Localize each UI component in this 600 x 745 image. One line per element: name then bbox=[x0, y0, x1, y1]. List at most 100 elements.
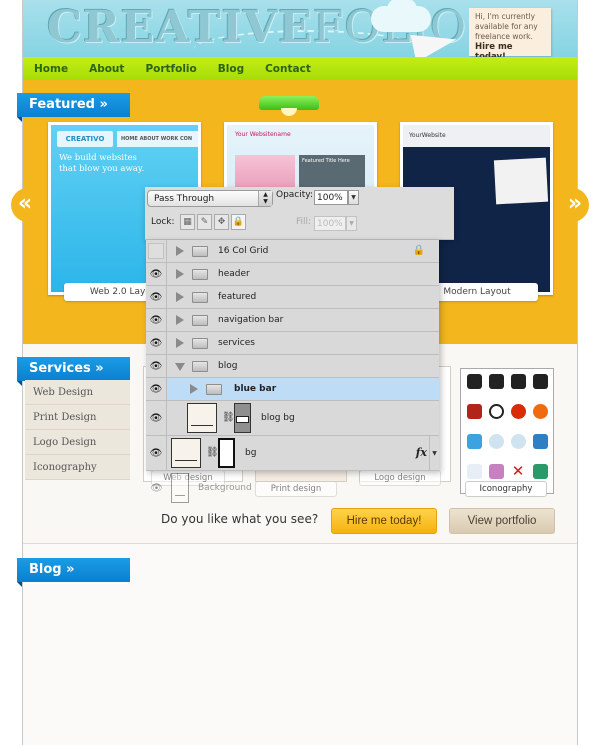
layers-panel: Pass Through ▲ ▼ Opacity: 100% ▼ Lock: ▦ … bbox=[145, 187, 454, 527]
view-portfolio-button[interactable]: View portfolio bbox=[449, 508, 555, 534]
layer-row[interactable]: 👁 navigation bar bbox=[146, 309, 439, 332]
camera-icon bbox=[532, 374, 548, 389]
padlock-icon: 🔒 bbox=[412, 245, 425, 256]
lock-position-move-icon[interactable]: ✥ bbox=[214, 214, 229, 230]
expand-triangle-icon[interactable] bbox=[176, 246, 184, 256]
mock-browser-card bbox=[493, 157, 549, 205]
layer-thumbnail bbox=[187, 403, 217, 433]
blend-mode-select[interactable]: Pass Through ▲ ▼ bbox=[147, 190, 273, 207]
mock-brand: Your Websitename bbox=[235, 131, 291, 138]
expand-triangle-icon[interactable] bbox=[176, 269, 184, 279]
eye-icon[interactable]: 👁 bbox=[146, 286, 167, 308]
card-icon bbox=[532, 434, 548, 449]
nav-blog[interactable]: Blog bbox=[218, 63, 244, 75]
eye-icon[interactable]: 👁 bbox=[146, 436, 167, 470]
layer-row[interactable]: 👁 ⛓ blog bg bbox=[146, 401, 439, 436]
link-chain-icon[interactable]: ⛓ bbox=[222, 412, 235, 423]
layer-row[interactable]: 👁 header bbox=[146, 263, 439, 286]
mock-top-bar: YourWebsite bbox=[403, 125, 550, 147]
collapse-triangle-icon[interactable] bbox=[175, 363, 185, 371]
fx-effects-icon[interactable]: fx bbox=[416, 446, 427, 459]
expand-triangle-icon[interactable] bbox=[176, 315, 184, 325]
clock-icon bbox=[488, 404, 504, 419]
folder-icon bbox=[192, 361, 208, 372]
carousel-prev-button[interactable]: « bbox=[11, 188, 39, 222]
fx-dropdown-button[interactable]: ▼ bbox=[429, 436, 439, 470]
logo-bold-text: CREATIVE bbox=[47, 2, 313, 53]
eye-icon[interactable]: 👁 bbox=[146, 263, 167, 285]
orange-orb-icon bbox=[532, 404, 548, 419]
mock-menu: HOME ABOUT WORK CON bbox=[117, 131, 198, 147]
opacity-dropdown-button[interactable]: ▼ bbox=[348, 190, 359, 205]
mock-feature-title: Featured Title Here bbox=[302, 158, 350, 164]
eye-icon[interactable]: 👁 bbox=[146, 355, 167, 377]
eye-icon[interactable]: 👁 bbox=[146, 378, 167, 400]
expand-triangle-icon[interactable] bbox=[176, 292, 184, 302]
featured-heading: Featured » bbox=[17, 93, 130, 122]
nav-about[interactable]: About bbox=[89, 63, 124, 75]
layer-name: blog bbox=[218, 361, 238, 371]
link-chain-icon[interactable]: ⛓ bbox=[206, 447, 219, 458]
blog-section: Blog » bbox=[17, 545, 577, 745]
service-caption-iconography: Iconography bbox=[465, 481, 547, 497]
layer-row-selected[interactable]: 👁 blue bar bbox=[146, 378, 439, 401]
camera-icon bbox=[466, 374, 482, 389]
mock-headline: We build websites that blow you away. bbox=[59, 153, 145, 174]
nav-contact[interactable]: Contact bbox=[265, 63, 311, 75]
mock-brand: CREATIVO bbox=[57, 131, 113, 147]
red-orb-icon bbox=[510, 404, 526, 419]
layer-thumbnail bbox=[171, 438, 201, 468]
eye-icon[interactable]: 👁 bbox=[146, 471, 167, 506]
layer-name: navigation bar bbox=[218, 315, 284, 325]
stepper-icon: ▲ ▼ bbox=[258, 191, 272, 206]
paypal-icon bbox=[466, 464, 482, 479]
nav-home[interactable]: Home bbox=[34, 63, 68, 75]
layer-row[interactable]: 👁 services bbox=[146, 332, 439, 355]
fill-input[interactable]: 100% bbox=[314, 216, 346, 231]
layers-panel-toolbar: Pass Through ▲ ▼ Opacity: 100% ▼ Lock: ▦ … bbox=[145, 187, 454, 240]
layer-name: services bbox=[218, 338, 255, 348]
eye-icon[interactable]: 👁 bbox=[146, 332, 167, 354]
card-icon bbox=[488, 464, 504, 479]
folder-icon bbox=[206, 384, 222, 395]
opacity-input[interactable]: 100% bbox=[314, 190, 348, 205]
iconography-thumb[interactable]: ✕ bbox=[460, 368, 554, 494]
lock-all-padlock-icon[interactable]: 🔒 bbox=[231, 214, 246, 230]
lock-transparency-icon[interactable]: ▦ bbox=[180, 214, 195, 230]
cup-icon bbox=[466, 404, 482, 419]
layer-name: featured bbox=[218, 292, 257, 302]
layer-row[interactable]: 16 Col Grid 🔒 bbox=[146, 240, 439, 263]
card-icon bbox=[532, 464, 548, 479]
folder-icon bbox=[192, 292, 208, 303]
visibility-toggle[interactable] bbox=[146, 240, 167, 262]
layer-name: blog bg bbox=[261, 413, 295, 423]
monitor-icon bbox=[466, 434, 482, 449]
camera-icon bbox=[510, 374, 526, 389]
carousel-next-button[interactable]: » bbox=[561, 188, 589, 222]
layers-list: 16 Col Grid 🔒 👁 header 👁 featured 👁 navi… bbox=[146, 240, 439, 503]
eye-icon[interactable]: 👁 bbox=[146, 401, 167, 435]
service-logo-design[interactable]: Logo Design bbox=[25, 430, 130, 455]
folder-icon bbox=[192, 269, 208, 280]
layer-name: bg bbox=[245, 448, 257, 458]
lock-paint-brush-icon[interactable]: ✎ bbox=[197, 214, 212, 230]
folder-icon bbox=[192, 338, 208, 349]
nav-portfolio[interactable]: Portfolio bbox=[145, 63, 196, 75]
layer-mask-thumbnail bbox=[218, 438, 235, 468]
camera-icon bbox=[488, 374, 504, 389]
layer-row[interactable]: 👁 blog bbox=[146, 355, 439, 378]
note-hire-link[interactable]: Hire me today! bbox=[475, 42, 545, 57]
service-iconography[interactable]: Iconography bbox=[25, 455, 130, 480]
service-print-design[interactable]: Print Design bbox=[25, 405, 130, 430]
layer-name: header bbox=[218, 269, 250, 279]
services-heading: Services » bbox=[17, 357, 130, 386]
service-web-design[interactable]: Web Design bbox=[25, 380, 130, 405]
main-nav: Home About Portfolio Blog Contact bbox=[23, 57, 577, 80]
layer-mask-thumbnail bbox=[234, 403, 251, 433]
expand-triangle-icon[interactable] bbox=[190, 384, 198, 394]
eye-icon[interactable]: 👁 bbox=[146, 309, 167, 331]
layer-row[interactable]: 👁 ⛓ bg fx ▼ bbox=[146, 436, 439, 471]
fill-dropdown-button[interactable]: ▼ bbox=[346, 216, 357, 231]
expand-triangle-icon[interactable] bbox=[176, 338, 184, 348]
layer-row[interactable]: 👁 featured bbox=[146, 286, 439, 309]
